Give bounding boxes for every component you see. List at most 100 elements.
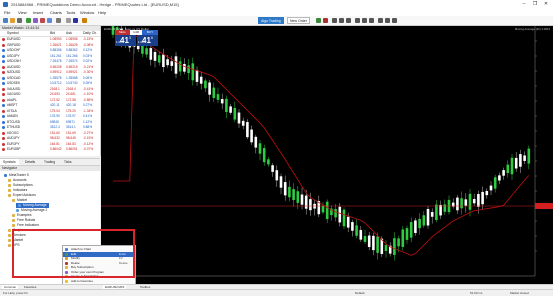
cell-change: -1.34% bbox=[83, 108, 94, 113]
candle-body bbox=[363, 236, 367, 242]
menu-help[interactable]: Help bbox=[98, 10, 106, 15]
candle-body bbox=[250, 129, 253, 143]
chart-shift-icon[interactable] bbox=[362, 18, 367, 23]
cell-symbol: GBPUSD bbox=[7, 42, 21, 47]
zoom-in-icon[interactable] bbox=[339, 18, 344, 23]
new-chart-icon[interactable] bbox=[3, 18, 8, 23]
candle-body bbox=[208, 82, 211, 95]
navigator-icon[interactable] bbox=[40, 18, 45, 23]
market-watch-row[interactable]: EURUSD 1.08953 1.08956 -0.15% bbox=[0, 37, 100, 42]
down-arrow-icon bbox=[2, 38, 5, 41]
toolbox-icon[interactable] bbox=[47, 18, 52, 23]
toolbar: Algo Trading New Order bbox=[0, 16, 553, 26]
market-watch-row[interactable]: BTCUSD 69845 69871 1.12% bbox=[0, 120, 100, 125]
sell-icon[interactable] bbox=[323, 18, 328, 23]
column-daily-change[interactable]: Daily Ch. bbox=[83, 31, 97, 36]
crosshair-icon[interactable] bbox=[332, 18, 337, 23]
market-watch-row[interactable]: #MSFT 420.11 420.18 0.27% bbox=[0, 103, 100, 108]
menu-file[interactable]: File bbox=[4, 10, 10, 15]
market-watch-row[interactable]: EURGBP 0.86042 0.86051 -0.07% bbox=[0, 147, 100, 152]
candle-body bbox=[523, 155, 526, 161]
candle-body bbox=[355, 225, 358, 236]
buy-price[interactable]: 1.08 41 6 bbox=[137, 35, 158, 46]
column-bid[interactable]: Bid bbox=[50, 31, 55, 36]
data-window-icon[interactable] bbox=[33, 18, 38, 23]
cell-bid: 3512.4 bbox=[50, 125, 60, 129]
market-watch-row[interactable]: USDJPY 151.261 151.266 0.03% bbox=[0, 54, 100, 59]
market-watch-row[interactable]: AUDUSD 0.65208 0.65215 -0.21% bbox=[0, 65, 100, 70]
cell-bid: 0.65208 bbox=[50, 64, 62, 69]
down-arrow-icon bbox=[2, 131, 5, 135]
market-watch-row[interactable]: #GOOG 151.60 151.69 -0.27% bbox=[0, 131, 100, 136]
cell-bid: 10.5712 bbox=[50, 81, 62, 85]
market-watch-row[interactable]: USDSEK 10.5712 10.5740 0.05% bbox=[0, 81, 100, 86]
sell-price[interactable]: 1.08 41 3 bbox=[115, 35, 136, 46]
status-ping: 51.60 ms bbox=[470, 291, 483, 295]
cell-symbol: USDCNH bbox=[7, 59, 21, 63]
cell-change: 0.05% bbox=[83, 81, 93, 85]
menu-window[interactable]: Window bbox=[80, 10, 94, 15]
auto-scroll-icon[interactable] bbox=[369, 18, 374, 23]
market-watch-row[interactable]: XAGUSD 24.653 24.681 -1.10% bbox=[0, 92, 100, 97]
menu-charts[interactable]: Charts bbox=[50, 10, 62, 15]
market-watch-row[interactable]: XAUUSD 2168.1 2168.4 -0.41% bbox=[0, 87, 100, 92]
periods-icon[interactable] bbox=[385, 18, 390, 23]
candle-body bbox=[271, 165, 274, 172]
ide-icon[interactable] bbox=[66, 18, 71, 23]
profiles-icon[interactable] bbox=[17, 18, 22, 23]
market-watch-row[interactable]: AUDJPY 98.632 98.645 -0.19% bbox=[0, 136, 100, 141]
market-watch-row[interactable]: GBPUSD 1.26621 1.26626 -0.08% bbox=[0, 43, 100, 48]
menu-tools[interactable]: Tools bbox=[66, 10, 75, 15]
market-watch-row[interactable]: NZDUSD 0.59912 0.59921 -0.30% bbox=[0, 70, 100, 75]
maximize-icon[interactable]: ❐ bbox=[531, 1, 539, 8]
candle-body bbox=[376, 236, 379, 253]
cell-bid: 420.11 bbox=[50, 103, 60, 107]
zoom-out-icon[interactable] bbox=[346, 18, 351, 23]
candle-body bbox=[514, 157, 518, 169]
cell-change: -0.08% bbox=[83, 42, 94, 47]
candle-body bbox=[519, 154, 522, 167]
market-watch-row[interactable]: USDCNH 7.25478 7.25574 0.02% bbox=[0, 59, 100, 64]
market-watch-row[interactable]: USDCHF 0.88356 0.88362 0.12% bbox=[0, 48, 100, 53]
market-watch-row[interactable]: EURJPY 164.81 164.83 -0.12% bbox=[0, 142, 100, 147]
market-watch-row[interactable]: #AMZN 178.90 178.97 0.41% bbox=[0, 114, 100, 119]
cell-symbol: XAGUSD bbox=[7, 92, 21, 96]
cell-change: -0.19% bbox=[83, 136, 94, 140]
cell-ask: 0.65215 bbox=[66, 64, 78, 69]
minimize-icon[interactable]: – bbox=[520, 1, 528, 8]
candle-body bbox=[220, 99, 224, 104]
navigator-item-label: Market bbox=[17, 198, 28, 202]
column-ask[interactable]: Ask bbox=[66, 31, 72, 36]
strategy-tester-icon[interactable] bbox=[56, 18, 61, 23]
candle-body bbox=[254, 136, 258, 148]
candle-body bbox=[183, 63, 186, 72]
tile-windows-icon[interactable] bbox=[355, 18, 360, 23]
buy-icon[interactable] bbox=[316, 18, 321, 23]
market-watch-row[interactable]: USDCAD 1.35578 1.35588 0.06% bbox=[0, 76, 100, 81]
status-market: Market closed bbox=[510, 291, 529, 295]
candle-body bbox=[199, 76, 203, 84]
cell-ask: 0.59921 bbox=[66, 70, 78, 74]
cell-bid: 151.261 bbox=[50, 53, 62, 58]
market-watch-icon[interactable] bbox=[26, 18, 31, 23]
market-watch-row[interactable]: #AAPL 172.52 172.58 -0.85% bbox=[0, 98, 100, 103]
close-icon[interactable]: ✕ bbox=[542, 1, 550, 8]
signals-icon[interactable] bbox=[82, 18, 87, 23]
menu-insert[interactable]: Insert bbox=[33, 10, 43, 15]
cell-symbol: AUDJPY bbox=[7, 136, 20, 140]
algo-trading-button[interactable]: Algo Trading bbox=[258, 17, 284, 24]
indicators-icon[interactable] bbox=[378, 18, 383, 23]
column-symbol[interactable]: Symbol bbox=[7, 31, 19, 36]
price-chart[interactable] bbox=[101, 26, 553, 284]
market-watch-row[interactable]: ETHUSD 3512.4 3514.1 0.88% bbox=[0, 125, 100, 130]
open-icon[interactable] bbox=[10, 18, 15, 23]
templates-icon[interactable] bbox=[392, 18, 397, 23]
candle-body bbox=[506, 164, 510, 173]
chart-window[interactable]: EURUSD,M15: Euro vs US Dollar Moving Ave… bbox=[101, 26, 553, 284]
folder-icon bbox=[8, 238, 11, 242]
menu-view[interactable]: View bbox=[18, 10, 27, 15]
ide-editor-icon[interactable] bbox=[73, 18, 78, 23]
new-order-button[interactable]: New Order bbox=[287, 17, 310, 24]
market-watch-row[interactable]: #TSLA 175.04 175.20 -1.34% bbox=[0, 109, 100, 114]
folder-icon bbox=[12, 223, 15, 227]
